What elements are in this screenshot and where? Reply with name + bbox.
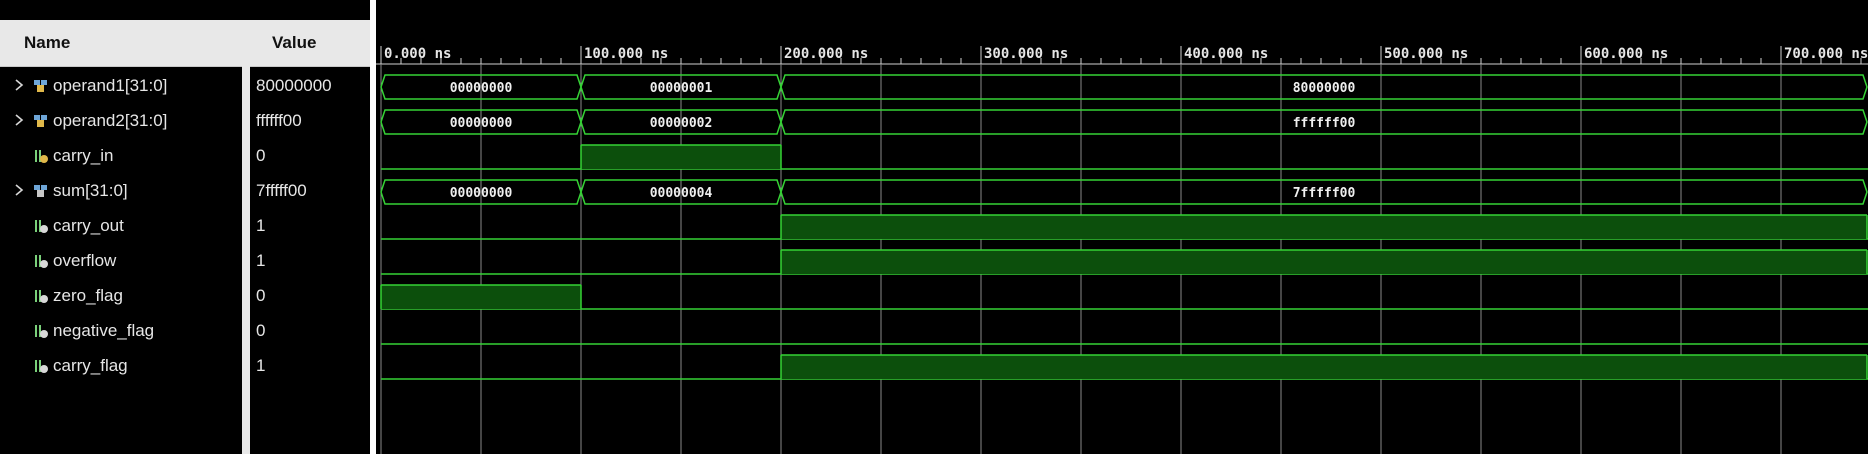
signal-name: zero_flag (53, 286, 123, 305)
expand-chevron-icon[interactable] (13, 183, 25, 197)
bit-high-fill (581, 145, 781, 169)
bit-high-fill (781, 215, 1867, 239)
bit-output-icon (33, 253, 49, 269)
signal-name: operand1[31:0] (53, 76, 168, 95)
bus-value-label: 80000000 (1293, 81, 1356, 96)
signal-value: 0 (256, 146, 266, 165)
signal-value: ffffff00 (256, 111, 302, 130)
ruler-tick-label: 600.000 ns (1584, 46, 1668, 62)
bus-input-icon (33, 78, 49, 94)
ruler-tick-label: 100.000 ns (584, 46, 668, 62)
signal-row[interactable]: sum[31:0] 7fffff00 (0, 174, 370, 208)
signal-name: overflow (53, 251, 117, 270)
signal-name: sum[31:0] (53, 181, 128, 200)
bus-value-label: 00000000 (450, 81, 513, 96)
expand-chevron-icon[interactable] (13, 113, 25, 127)
bus-value-label: 00000002 (650, 116, 713, 131)
bus-input-icon (33, 113, 49, 129)
bit-output-icon (33, 218, 49, 234)
bus-value-label: 00000000 (450, 116, 513, 131)
ruler-tick-label: 500.000 ns (1384, 46, 1468, 62)
bus-value-label: ffffff00 (1293, 116, 1356, 131)
bit-input-icon (33, 148, 49, 164)
signal-value: 1 (256, 251, 266, 270)
bit-output-icon (33, 323, 49, 339)
signal-value: 80000000 (256, 76, 332, 95)
signal-row[interactable]: operand1[31:0] 80000000 (0, 69, 370, 103)
signal-row[interactable]: zero_flag 0 (0, 279, 370, 313)
bus-output-icon (33, 183, 49, 199)
bus-value-label: 7fffff00 (1293, 186, 1356, 201)
signal-value: 1 (256, 356, 266, 375)
bit-high-fill (781, 250, 1867, 274)
column-header: Name Value (0, 20, 370, 67)
bus-value-label: 00000000 (450, 186, 513, 201)
signal-row[interactable]: operand2[31:0] ffffff00 (0, 104, 370, 138)
signal-name: carry_out (53, 216, 124, 235)
bus-value-label: 00000004 (650, 186, 713, 201)
signal-row[interactable]: overflow 1 (0, 244, 370, 278)
signal-name: carry_flag (53, 356, 128, 375)
signal-name: carry_in (53, 146, 114, 165)
signal-name-value-panel: Name Value operand1[31:0] 80000000 operand… (0, 0, 376, 454)
ruler-tick-label: 300.000 ns (984, 46, 1068, 62)
ruler-tick-label: 700.000 ns (1784, 46, 1868, 62)
signal-row[interactable]: carry_flag 1 (0, 349, 370, 383)
signal-row[interactable]: carry_in 0 (0, 139, 370, 173)
waveform-canvas[interactable]: 0.000 ns 100.000 ns 200.000 ns 300.000 ns 40… (376, 0, 1868, 454)
bus-value-label: 00000001 (650, 81, 713, 96)
signal-name: operand2[31:0] (53, 111, 168, 130)
ruler-tick-label: 400.000 ns (1184, 46, 1268, 62)
ruler-tick-label: 0.000 ns (384, 46, 451, 62)
name-column-header[interactable]: Name (24, 20, 70, 66)
expand-chevron-icon[interactable] (13, 78, 25, 92)
bit-output-icon (33, 358, 49, 374)
ruler-tick-label: 200.000 ns (784, 46, 868, 62)
signal-name: negative_flag (53, 321, 155, 340)
bit-high-fill (381, 285, 581, 309)
bit-output-icon (33, 288, 49, 304)
signal-value: 7fffff00 (256, 181, 307, 200)
value-column-header[interactable]: Value (272, 20, 316, 66)
signal-value: 1 (256, 216, 266, 235)
signal-row[interactable]: negative_flag 0 (0, 314, 370, 348)
bit-high-fill (781, 355, 1867, 379)
signal-value: 0 (256, 286, 266, 305)
signal-value: 0 (256, 321, 266, 340)
signal-row[interactable]: carry_out 1 (0, 209, 370, 243)
